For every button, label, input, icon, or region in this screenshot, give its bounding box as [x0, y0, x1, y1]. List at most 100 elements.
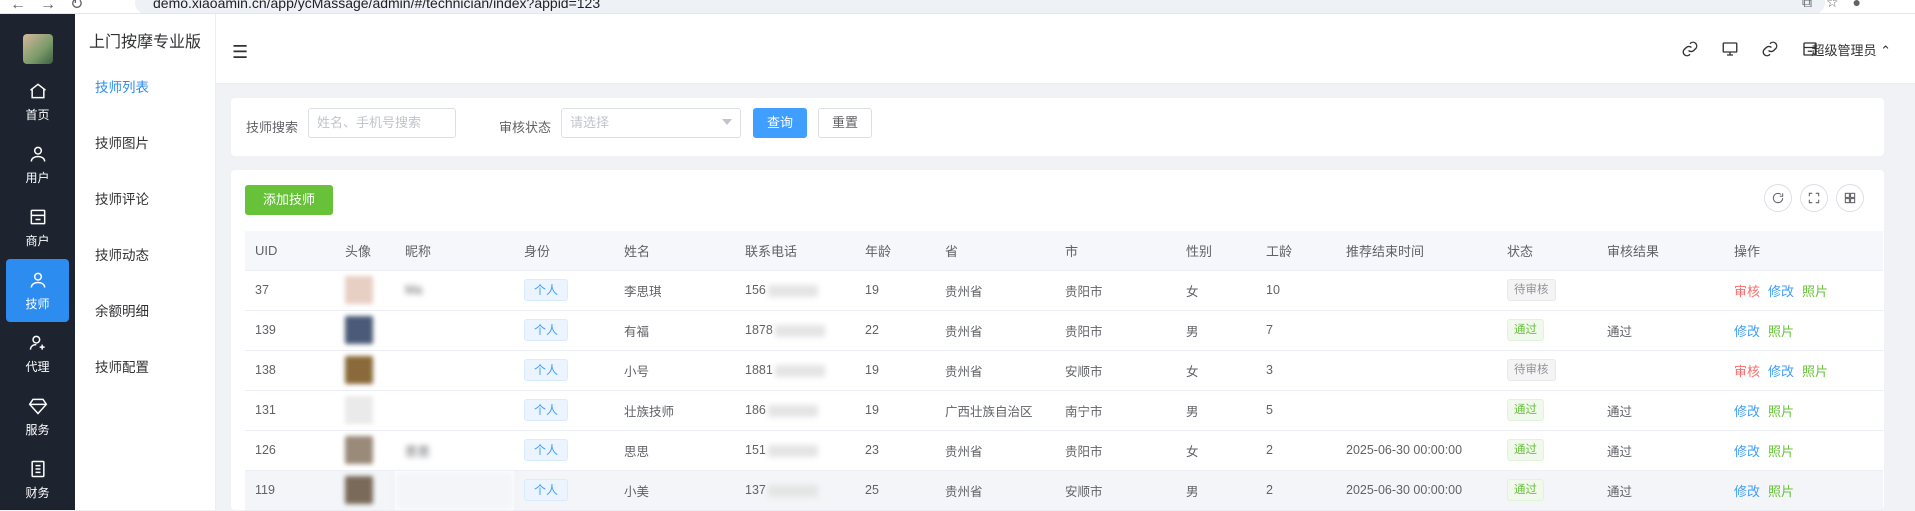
query-button[interactable]: 查询	[753, 108, 807, 138]
phone-cell: 1881	[735, 350, 855, 391]
chevron-up-icon: ⌃	[1880, 43, 1891, 58]
action-1[interactable]: 照片	[1768, 324, 1794, 339]
sex-cell: 女	[1176, 430, 1256, 471]
action-0[interactable]: 审核	[1734, 284, 1760, 299]
uid-cell: 138	[245, 350, 335, 391]
nav-item-3[interactable]: 技师	[6, 259, 69, 322]
nav-item-1[interactable]: 用户	[0, 133, 75, 196]
phone-prefix: 137	[745, 483, 766, 497]
address-bar[interactable]: demo.xiaoamin.cn/app/ycMassage/admin/#/t…	[135, 0, 1825, 13]
store-icon	[30, 209, 45, 224]
browser-nav-icons[interactable]: ←→↻	[10, 0, 97, 13]
action-0[interactable]: 修改	[1734, 444, 1760, 459]
age-cell: 22	[855, 310, 935, 351]
technician-submenu: 上门按摩专业版 技师列表 技师图片 技师评论 技师动态 余额明细 技师配置	[75, 14, 216, 510]
home-icon	[29, 82, 46, 98]
columns-icon[interactable]	[1836, 184, 1864, 212]
column-header: 审核结果	[1597, 231, 1724, 271]
nav-label: 代理	[25, 359, 50, 374]
status-select-placeholder: 请选择	[570, 115, 610, 130]
agent-icon	[29, 335, 45, 350]
submenu-item-0[interactable]: 技师列表	[75, 72, 215, 128]
action-0[interactable]: 修改	[1734, 484, 1760, 499]
action-2[interactable]: 照片	[1802, 284, 1828, 299]
user-icon	[30, 146, 45, 162]
avatar	[345, 436, 373, 464]
nav-item-2[interactable]: 商户	[0, 196, 75, 259]
phone-prefix: 1878	[745, 323, 773, 337]
browser-right-icons[interactable]: ⧉☆●	[1802, 0, 1875, 11]
audit-result-cell: 通过	[1597, 390, 1724, 431]
app-logo	[22, 34, 53, 64]
tech-search-input[interactable]: 姓名、手机号搜索	[308, 108, 456, 138]
submenu-item-4[interactable]: 余额明细	[75, 296, 215, 352]
action-1[interactable]: 照片	[1768, 404, 1794, 419]
action-1[interactable]: 照片	[1768, 484, 1794, 499]
nickname-cell: Ma	[395, 270, 514, 311]
sex-cell: 男	[1176, 390, 1256, 431]
column-header: 省	[935, 231, 1055, 271]
years-cell: 7	[1256, 310, 1336, 351]
action-0[interactable]: 审核	[1734, 364, 1760, 379]
table-row[interactable]: 37 Ma 个人 李思琪 156 19 贵州省 贵阳市女 10 待审核 审核 修改 照片	[245, 270, 1883, 311]
main-sidenav: 首页用户商户技师代理服务 财务	[0, 14, 75, 510]
nav-item-5[interactable]: 服务	[0, 385, 75, 448]
recommend-end-cell: 2025-06-30 00:00:00	[1336, 470, 1497, 511]
age-cell: 23	[855, 430, 935, 471]
monitor-icon[interactable]	[1721, 40, 1739, 61]
column-header: 性别	[1176, 231, 1256, 271]
table-row[interactable]: 126 思思 个人 思思 151 23 贵州省 贵阳市女 2 2025-06-30 00:00:0…	[245, 430, 1883, 471]
submenu-item-1[interactable]: 技师图片	[75, 128, 215, 184]
column-header: 推荐结束时间	[1336, 231, 1497, 271]
recommend-end-cell: 2025-06-30 00:00:00	[1336, 430, 1497, 471]
action-2[interactable]: 照片	[1802, 364, 1828, 379]
submenu-item-2[interactable]: 技师评论	[75, 184, 215, 240]
link-icon[interactable]	[1681, 40, 1699, 61]
add-technician-button[interactable]: 添加技师	[245, 185, 333, 215]
column-header: UID	[245, 231, 335, 271]
technician-icon	[30, 272, 45, 288]
age-cell: 19	[855, 350, 935, 391]
phone-cell: 151	[735, 430, 855, 471]
table-row[interactable]: 119 个人 小美 137 25 贵州省 安顺市男 2 2025-06-30 00:00:00 通…	[245, 470, 1883, 511]
actions-cell: 审核 修改 照片	[1724, 270, 1883, 311]
status-badge: 待审核	[1507, 279, 1556, 301]
nav-item-0[interactable]: 首页	[0, 70, 75, 133]
reset-button[interactable]: 重置	[818, 108, 872, 138]
nickname-cell	[395, 310, 514, 351]
action-0[interactable]: 修改	[1734, 324, 1760, 339]
nav-item-4[interactable]: 代理	[0, 322, 75, 385]
nav-label: 用户	[25, 170, 50, 185]
action-1[interactable]: 修改	[1768, 364, 1794, 379]
status-badge: 通过	[1507, 479, 1544, 501]
table-row[interactable]: 138 个人 小号 1881 19 贵州省 安顺市女 3 待审核 审核 修改 照片	[245, 350, 1883, 391]
refresh-icon[interactable]	[1764, 184, 1792, 212]
role-tag: 个人	[524, 479, 569, 501]
name-cell: 壮族技师	[614, 390, 735, 431]
status-badge: 通过	[1507, 319, 1544, 341]
table-header-row: UID 头像 昵称 身份 姓名 联系电话 年龄省市性别 工龄 推荐结束时间 状态 审核结果 操作	[245, 231, 1883, 271]
submenu-item-5[interactable]: 技师配置	[75, 352, 215, 408]
phone-redacted	[767, 284, 818, 297]
user-menu[interactable]: 超级管理员 ⌃	[1811, 40, 1891, 59]
recommend-end-cell	[1336, 390, 1497, 431]
app-title: 上门按摩专业版	[89, 34, 202, 51]
action-1[interactable]: 照片	[1768, 444, 1794, 459]
action-1[interactable]: 修改	[1768, 284, 1794, 299]
link-icon-2[interactable]	[1761, 40, 1779, 61]
column-header: 操作	[1724, 231, 1883, 271]
actions-cell: 修改 照片	[1724, 430, 1883, 471]
table-row[interactable]: 139 个人 有福 1878 22 贵州省 贵阳市男 7 通过 通过 修改 照片	[245, 310, 1883, 351]
table-row[interactable]: 131 个人 壮族技师 186 19 广西壮族自治区 南宁市男 5 通过 通过 修改 照片	[245, 390, 1883, 431]
technician-table-panel: 添加技师 UID 头像 昵称 身份 姓名 联系电话 年龄省市性别 工龄 推荐结束时间 状态 审核结果…	[231, 170, 1884, 511]
age-cell: 25	[855, 470, 935, 511]
submenu-item-3[interactable]: 技师动态	[75, 240, 215, 296]
fullscreen-icon[interactable]	[1800, 184, 1828, 212]
menu-toggle-icon[interactable]: ☰	[232, 42, 248, 63]
status-select[interactable]: 请选择	[561, 108, 741, 138]
nav-label: 商户	[25, 233, 50, 248]
nickname-cell	[395, 350, 514, 391]
column-header: 市	[1055, 231, 1176, 271]
action-0[interactable]: 修改	[1734, 404, 1760, 419]
nav-item-6[interactable]: 财务	[0, 448, 75, 511]
